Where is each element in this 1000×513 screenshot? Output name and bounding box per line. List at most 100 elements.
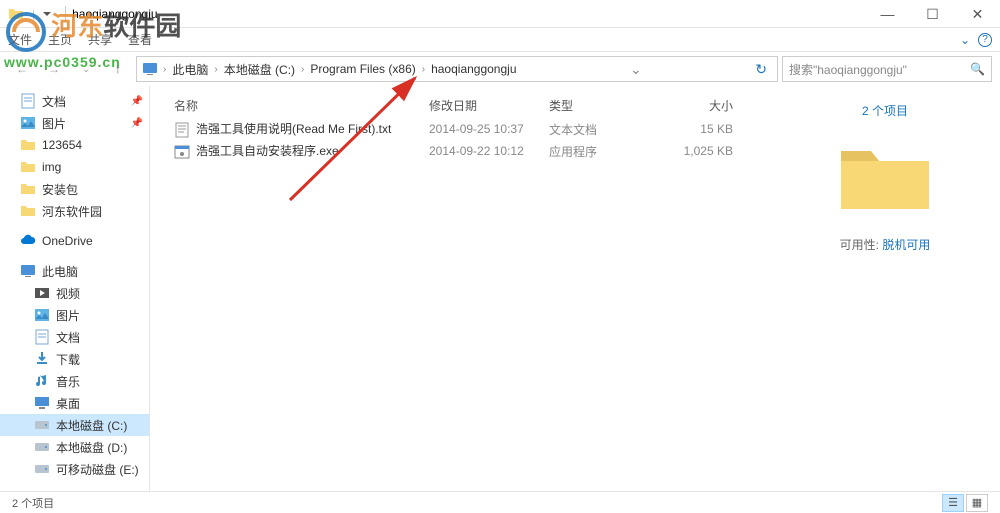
file-row[interactable]: 浩强工具自动安装程序.exe2014-09-22 10:12应用程序1,025 … [166, 140, 754, 162]
tree-label: 本地磁盘 (C:) [56, 417, 127, 434]
titlebar: | haoqianggongju — ☐ ✕ [0, 0, 1000, 28]
tree-label: 此电脑 [42, 263, 78, 280]
tree-label: 河东软件园 [42, 203, 102, 220]
divider [65, 6, 66, 22]
cloud-icon [20, 233, 36, 249]
sidebar-item[interactable]: 本地磁盘 (D:) [0, 436, 149, 458]
pin-icon: 📌 [131, 96, 143, 107]
sidebar-item[interactable]: 图片 📌 [0, 112, 149, 134]
file-type: 应用程序 [541, 143, 651, 160]
sidebar-item[interactable]: 下载 [0, 348, 149, 370]
ribbon: 文件 主页 共享 查看 ⌄ ? [0, 28, 1000, 52]
sidebar-item[interactable]: 本地磁盘 (C:) [0, 414, 149, 436]
tree-label: 音乐 [56, 373, 80, 390]
window-controls: — ☐ ✕ [865, 0, 1000, 28]
sidebar-item[interactable]: 图片 [0, 304, 149, 326]
breadcrumb-item[interactable]: 此电脑 [166, 61, 214, 78]
file-size: 1,025 KB [651, 144, 741, 158]
file-row[interactable]: 浩强工具使用说明(Read Me First).txt2014-09-25 10… [166, 118, 754, 140]
breadcrumb[interactable]: › 此电脑 › 本地磁盘 (C:) › Program Files (x86) … [136, 56, 778, 82]
col-header-type[interactable]: 类型 [541, 97, 651, 114]
tree-label: 图片 [56, 307, 80, 324]
back-button[interactable]: ← [8, 56, 36, 82]
close-button[interactable]: ✕ [955, 0, 1000, 28]
statusbar: 2 个项目 ☰ ▦ [0, 491, 1000, 513]
tree-label: 文档 [56, 329, 80, 346]
col-header-size[interactable]: 大小 [651, 97, 741, 114]
sidebar-item[interactable]: 可移动磁盘 (E:) [0, 458, 149, 480]
col-header-date[interactable]: 修改日期 [421, 97, 541, 114]
col-header-name[interactable]: 名称 [166, 97, 421, 114]
breadcrumb-item[interactable]: haoqianggongju [425, 62, 522, 76]
qat-sep: | [32, 7, 35, 21]
help-icon[interactable]: ? [978, 33, 992, 47]
item-count: 2 个项目 [786, 102, 984, 119]
folder-icon [8, 6, 24, 22]
search-placeholder: 搜索"haoqianggongju" [789, 61, 907, 78]
dropdown-icon[interactable] [39, 6, 55, 22]
tree-label: 视频 [56, 285, 80, 302]
view-switcher: ☰ ▦ [942, 494, 988, 512]
sidebar-item[interactable]: 安装包 [0, 178, 149, 200]
sidebar-item[interactable]: 音乐 [0, 370, 149, 392]
search-icon[interactable]: 🔍 [970, 62, 985, 76]
refresh-icon[interactable]: ↻ [749, 61, 773, 78]
column-headers: 名称 修改日期 类型 大小 [166, 94, 754, 118]
tree-label: 本地磁盘 (D:) [56, 439, 127, 456]
status-text: 2 个项目 [12, 495, 54, 511]
file-name: 浩强工具自动安装程序.exe [166, 142, 421, 160]
tree-label: 下载 [56, 351, 80, 368]
tree-label: 文档 [42, 93, 66, 110]
content: 名称 修改日期 类型 大小 浩强工具使用说明(Read Me First).tx… [150, 86, 1000, 491]
search-input[interactable]: 搜索"haoqianggongju" 🔍 [782, 56, 992, 82]
sidebar-item[interactable]: 123654 [0, 134, 149, 156]
sidebar-thispc[interactable]: 此电脑 [0, 260, 149, 282]
file-type: 文本文档 [541, 121, 651, 138]
sidebar-item[interactable]: 河东软件园 [0, 200, 149, 222]
sidebar-item[interactable]: 视频 [0, 282, 149, 304]
tree-label: 可移动磁盘 (E:) [56, 461, 139, 478]
tree-label: OneDrive [42, 234, 93, 248]
details-view-button[interactable]: ☰ [942, 494, 964, 512]
file-list: 名称 修改日期 类型 大小 浩强工具使用说明(Read Me First).tx… [150, 86, 770, 491]
up-button[interactable]: ↑ [104, 56, 132, 82]
maximize-button[interactable]: ☐ [910, 0, 955, 28]
tab-view[interactable]: 查看 [128, 31, 152, 48]
breadcrumb-item[interactable]: 本地磁盘 (C:) [218, 61, 301, 78]
folder-preview-icon [837, 139, 933, 213]
breadcrumb-item[interactable]: Program Files (x86) [304, 62, 421, 76]
tab-file[interactable]: 文件 [8, 31, 32, 48]
tree-label: 桌面 [56, 395, 80, 412]
sidebar-item[interactable]: 桌面 [0, 392, 149, 414]
addressbar: ← → ⌄ ↑ › 此电脑 › 本地磁盘 (C:) › Program File… [0, 52, 1000, 86]
file-name: 浩强工具使用说明(Read Me First).txt [166, 120, 421, 138]
tab-share[interactable]: 共享 [88, 31, 112, 48]
pc-icon [141, 60, 159, 78]
file-date: 2014-09-22 10:12 [421, 144, 541, 158]
dropdown-icon[interactable]: ⌄ [624, 61, 648, 78]
icons-view-button[interactable]: ▦ [966, 494, 988, 512]
window-title: haoqianggongju [72, 7, 157, 21]
tree-label: 图片 [42, 115, 66, 132]
file-size: 15 KB [651, 122, 741, 136]
avail-label: 可用性: [840, 238, 879, 252]
preview-pane: 2 个项目 可用性: 脱机可用 [770, 86, 1000, 491]
avail-value: 脱机可用 [882, 238, 930, 252]
file-date: 2014-09-25 10:37 [421, 122, 541, 136]
pin-icon: 📌 [131, 118, 143, 129]
main-area: 文档📌图片📌123654img安装包河东软件园 OneDrive 此电脑 视频图… [0, 86, 1000, 491]
sidebar-item[interactable]: 文档 📌 [0, 90, 149, 112]
sidebar-onedrive[interactable]: OneDrive [0, 230, 149, 252]
tab-home[interactable]: 主页 [48, 31, 72, 48]
sidebar-item[interactable]: img [0, 156, 149, 178]
pc-icon [20, 263, 36, 279]
chevron-down-icon[interactable]: ⌄ [960, 33, 970, 47]
recent-dropdown[interactable]: ⌄ [72, 56, 100, 82]
sidebar: 文档📌图片📌123654img安装包河东软件园 OneDrive 此电脑 视频图… [0, 86, 150, 491]
tree-label: 123654 [42, 138, 82, 152]
tree-label: 安装包 [42, 181, 78, 198]
sidebar-item[interactable]: 文档 [0, 326, 149, 348]
availability: 可用性: 脱机可用 [786, 236, 984, 253]
minimize-button[interactable]: — [865, 0, 910, 28]
forward-button[interactable]: → [40, 56, 68, 82]
